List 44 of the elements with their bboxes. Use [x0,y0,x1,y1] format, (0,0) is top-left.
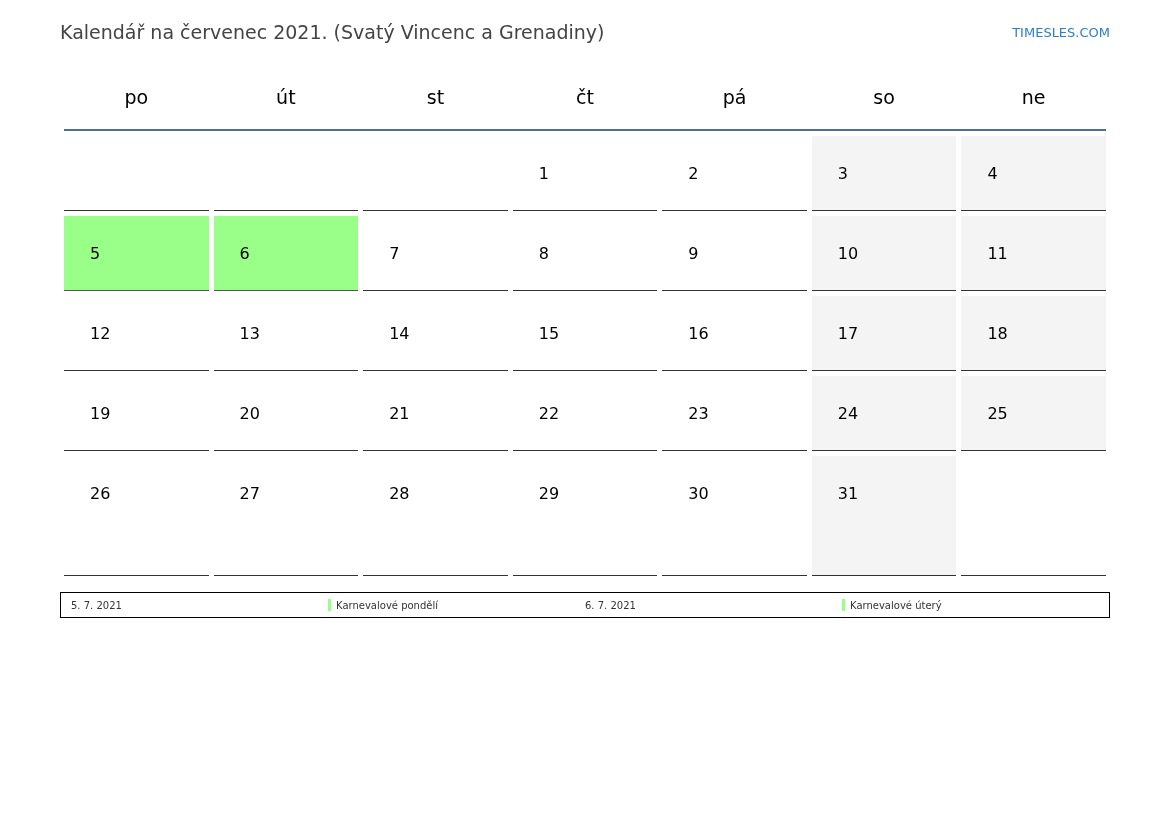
weekday-header: pá [722,84,747,110]
day-number: 22 [538,404,560,423]
day-number: 19 [90,404,111,423]
day-number: 24 [837,404,859,423]
day-number: 18 [987,324,1008,343]
holiday-name: Karnevalové úterý [850,598,942,613]
day-number: 26 [90,484,111,503]
day-number: 2 [688,164,699,183]
day-number: 15 [538,324,560,343]
day-number: 7 [389,244,400,263]
day-number: 29 [538,484,560,503]
day-number: 31 [837,484,859,503]
day-number: 3 [837,164,849,183]
day-number: 17 [837,324,859,343]
weekday-header: út [276,84,296,110]
weekday-header: ne [1021,84,1046,110]
day-number: 28 [389,484,410,503]
day-number: 14 [389,324,410,343]
day-number: 8 [538,244,549,263]
day-number: 10 [837,244,859,263]
day-number: 11 [987,244,1008,263]
day-number: 4 [987,164,998,183]
day-number: 25 [987,404,1008,423]
day-number: 30 [688,484,709,503]
day-number: 20 [239,404,260,423]
weekday-header: po [124,84,149,110]
page-title: Kalendář na červenec 2021. (Svatý Vincenc a Grenadiny) [60,20,605,45]
day-number: 12 [90,324,111,343]
day-number: 23 [688,404,709,423]
day-number: 6 [239,244,250,263]
day-number: 21 [389,404,410,423]
day-number: 9 [688,244,699,263]
holiday-date: 5. 7. 2021 [71,598,123,613]
weekday-header: so [873,84,895,110]
day-number: 5 [90,244,101,263]
weekday-header: st [426,84,445,110]
weekday-header: čt [576,84,594,110]
day-number: 1 [538,164,549,183]
site-link[interactable]: TIMESLES.COM [1012,23,1110,43]
day-number: 13 [239,324,260,343]
day-number: 16 [688,324,709,343]
holiday-date: 6. 7. 2021 [585,598,637,613]
holiday-name: Karnevalové pondělí [336,598,438,613]
day-number: 27 [239,484,260,503]
